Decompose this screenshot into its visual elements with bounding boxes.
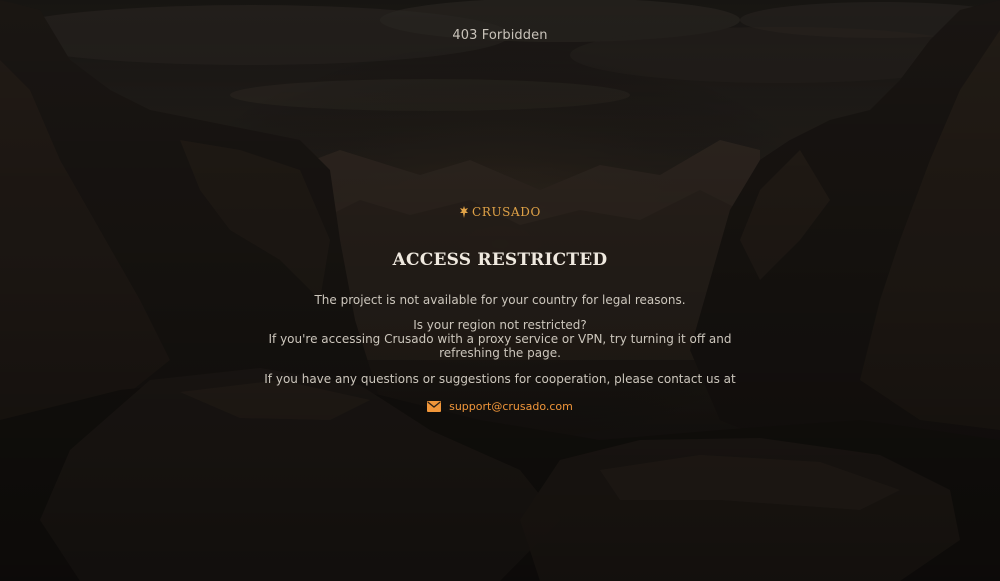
support-email[interactable]: support@crusado.com (449, 400, 573, 413)
brand-name: CRUSADO (472, 205, 541, 219)
brand-logo: CRUSADO (459, 204, 541, 220)
status-title: 403 Forbidden (452, 28, 548, 43)
envelope-icon (427, 401, 442, 412)
sword-emblem-icon (460, 206, 469, 218)
page-root: 403 Forbidden CRUSADO ACCESS RESTRICTED … (0, 0, 1000, 581)
restriction-notice: CRUSADO ACCESS RESTRICTED The project is… (250, 203, 750, 416)
vpn-advice-line: refreshing the page. (439, 346, 561, 360)
legal-reason-message: The project is not available for your co… (314, 293, 686, 307)
page-heading: ACCESS RESTRICTED (392, 250, 608, 270)
region-question: Is your region not restricted? (413, 318, 587, 332)
vpn-advice-block: Is your region not restricted? If you're… (250, 318, 750, 360)
support-email-link[interactable]: support@crusado.com (427, 400, 573, 413)
contact-prompt: If you have any questions or suggestions… (264, 372, 736, 386)
vpn-advice-line: If you're accessing Crusado with a proxy… (268, 332, 732, 346)
